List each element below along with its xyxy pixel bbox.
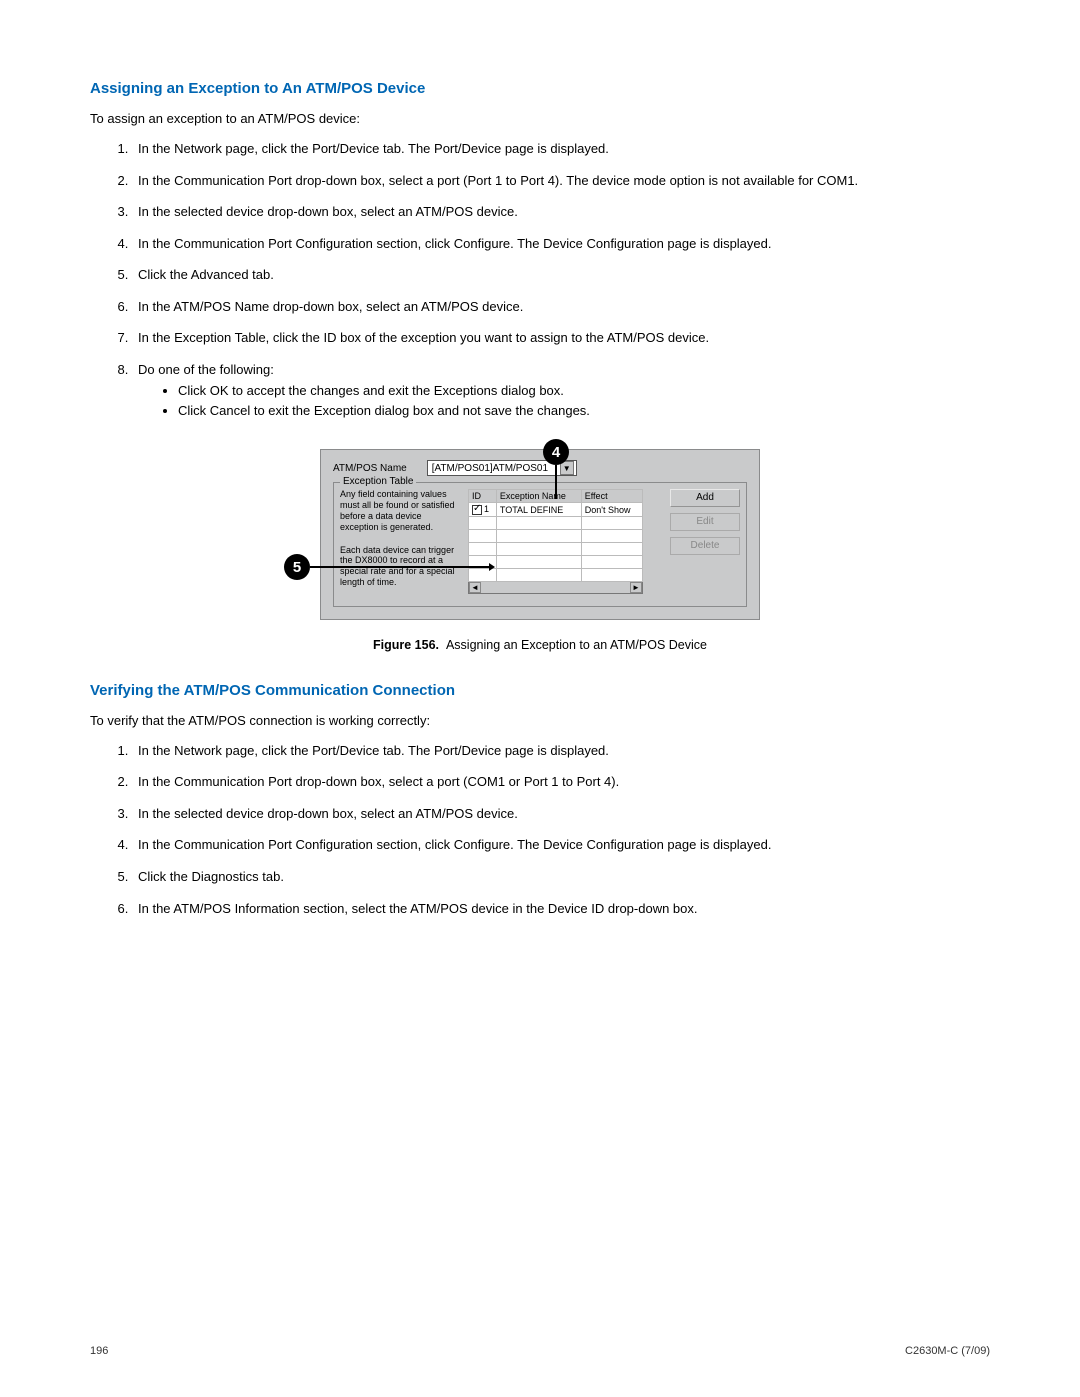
figure-caption-text: Assigning an Exception to an ATM/POS Dev… (446, 638, 707, 652)
section1-steps: In the Network page, click the Port/Devi… (90, 140, 990, 419)
fieldset-legend: Exception Table (340, 476, 416, 487)
step: In the selected device drop-down box, se… (132, 805, 990, 823)
table-row[interactable]: 1 TOTAL DEFINE Don't Show (469, 503, 643, 517)
figure-caption: Figure 156. Assigning an Exception to an… (90, 638, 990, 652)
row-checkbox[interactable] (472, 505, 482, 515)
scroll-left-icon[interactable]: ◄ (469, 582, 481, 593)
step: In the Communication Port drop-down box,… (132, 172, 990, 190)
col-effect: Effect (581, 490, 642, 503)
step: Do one of the following: Click OK to acc… (132, 361, 990, 420)
page-footer: 196 C2630M-C (7/09) (0, 1345, 1080, 1357)
step: In the ATM/POS Information section, sele… (132, 900, 990, 918)
horizontal-scrollbar[interactable]: ◄ ► (468, 582, 643, 594)
cell-id: 1 (484, 504, 489, 514)
note-text: Any field containing values must all be … (340, 489, 460, 532)
callout-5: 5 (284, 554, 310, 580)
callout-line (555, 465, 557, 499)
add-button[interactable]: Add (670, 489, 740, 507)
cell-name: TOTAL DEFINE (496, 503, 581, 517)
substep: Click OK to accept the changes and exit … (178, 382, 990, 400)
section2-intro: To verify that the ATM/POS connection is… (90, 713, 990, 728)
step-text: Do one of the following: (138, 362, 274, 377)
table-row[interactable] (469, 517, 643, 530)
step: In the Communication Port Configuration … (132, 836, 990, 854)
substep: Click Cancel to exit the Exception dialo… (178, 402, 990, 420)
section-heading-1: Assigning an Exception to An ATM/POS Dev… (90, 80, 990, 97)
page-number: 196 (90, 1345, 108, 1357)
step: In the Exception Table, click the ID box… (132, 329, 990, 347)
figure-label: Figure 156. (373, 638, 439, 652)
exception-table-fieldset: Exception Table Any field containing val… (333, 482, 747, 606)
doc-id: C2630M-C (7/09) (905, 1345, 990, 1357)
step: Click the Advanced tab. (132, 266, 990, 284)
step: In the Network page, click the Port/Devi… (132, 140, 990, 158)
section-heading-2: Verifying the ATM/POS Communication Conn… (90, 682, 990, 699)
section1-intro: To assign an exception to an ATM/POS dev… (90, 111, 990, 126)
edit-button[interactable]: Edit (670, 513, 740, 531)
exception-dialog: ATM/POS Name [ATM/POS01]ATM/POS01 ▼ Exce… (320, 449, 760, 619)
col-exception-name: Exception Name (496, 490, 581, 503)
step: In the ATM/POS Name drop-down box, selec… (132, 298, 990, 316)
step: In the Communication Port drop-down box,… (132, 773, 990, 791)
cell-effect: Don't Show (581, 503, 642, 517)
delete-button[interactable]: Delete (670, 537, 740, 555)
step: In the Network page, click the Port/Devi… (132, 742, 990, 760)
section2-steps: In the Network page, click the Port/Devi… (90, 742, 990, 917)
atmpos-name-label: ATM/POS Name (333, 463, 407, 474)
figure-156: 4 5 ATM/POS Name [ATM/POS01]ATM/POS01 ▼ … (90, 449, 990, 619)
step: In the selected device drop-down box, se… (132, 203, 990, 221)
table-row[interactable] (469, 543, 643, 556)
select-value: [ATM/POS01]ATM/POS01 (432, 463, 548, 474)
substep-list: Click OK to accept the changes and exit … (138, 382, 990, 419)
step: Click the Diagnostics tab. (132, 868, 990, 886)
callout-line (310, 566, 490, 568)
scroll-right-icon[interactable]: ► (630, 582, 642, 593)
step: In the Communication Port Configuration … (132, 235, 990, 253)
table-row[interactable] (469, 530, 643, 543)
col-id: ID (469, 490, 497, 503)
